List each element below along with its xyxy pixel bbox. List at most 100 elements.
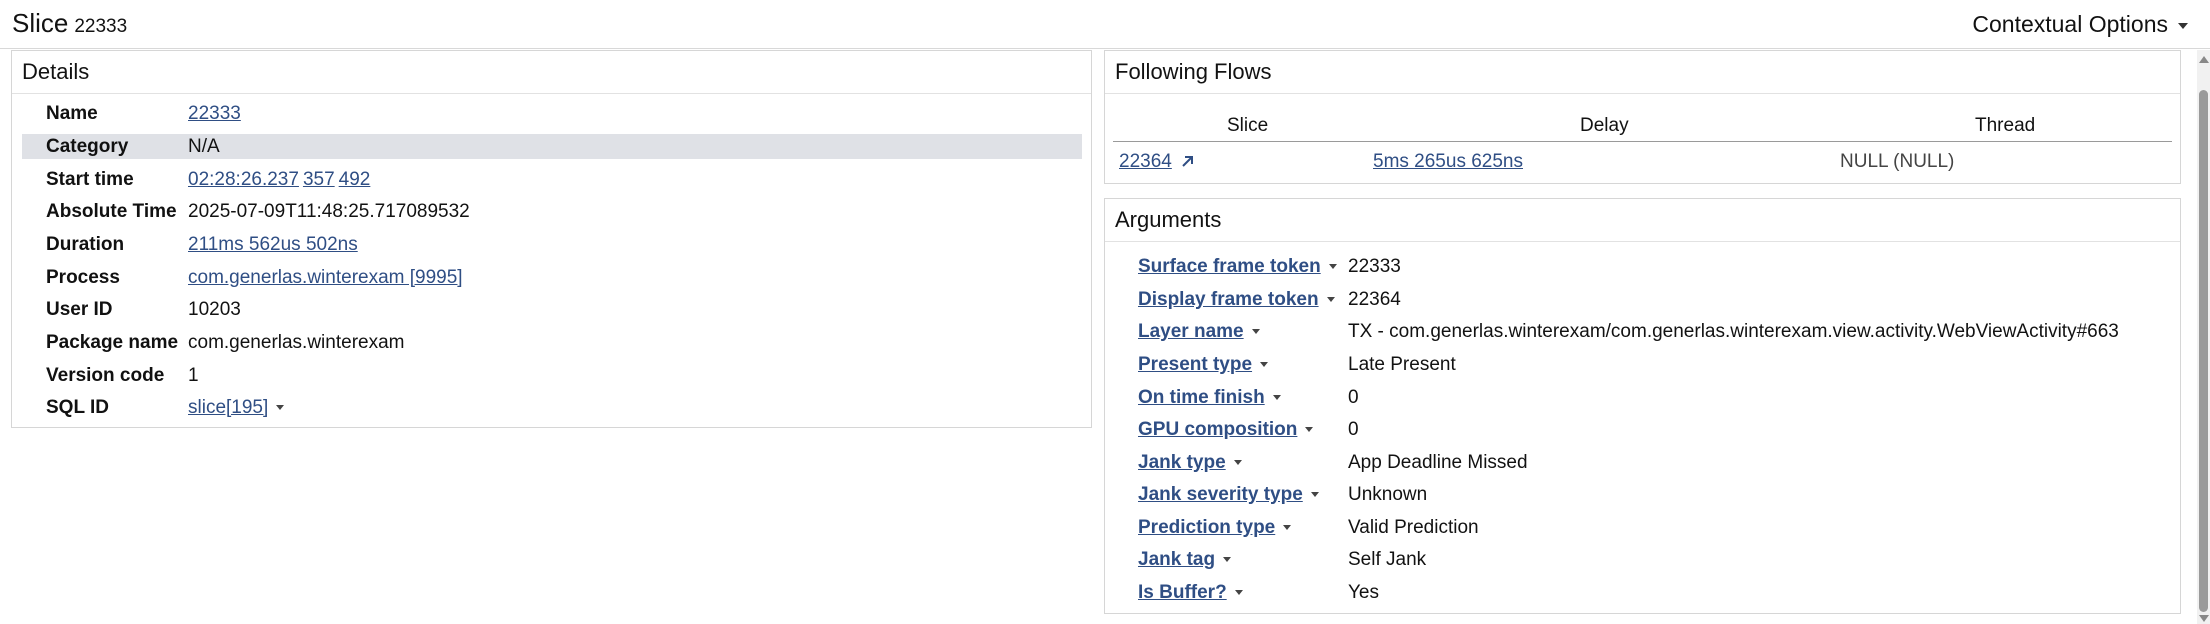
detail-row-category: Category N/A bbox=[22, 134, 1082, 159]
sql-id-value: slice[195] bbox=[188, 395, 285, 420]
argument-key-link[interactable]: Jank tag bbox=[1138, 546, 1232, 574]
table-row: 22364 5ms 265us 625ns NULL (NULL) bbox=[1113, 143, 2172, 177]
column-header-slice: Slice bbox=[1227, 115, 1269, 136]
detail-row-name: Name 22333 bbox=[22, 101, 1082, 126]
detail-label: Duration bbox=[46, 234, 125, 255]
detail-row-start-time: Start time 02:28:26.237 357 492 bbox=[22, 167, 1082, 192]
chevron-down-icon bbox=[1305, 427, 1314, 433]
flows-table-header: Slice Delay Thread bbox=[1113, 107, 2172, 142]
column-header-thread: Thread bbox=[1975, 115, 2036, 136]
name-link[interactable]: 22333 bbox=[188, 101, 241, 126]
detail-label: Package name bbox=[46, 332, 179, 353]
slice-id-label: 22333 bbox=[74, 16, 128, 37]
argument-key: Layer name bbox=[1138, 321, 1244, 342]
contextual-options-label: Contextual Options bbox=[1972, 11, 2168, 37]
argument-key: Prediction type bbox=[1138, 517, 1276, 538]
argument-row: Jank severity type Unknown bbox=[1105, 481, 2165, 509]
argument-row: Jank type App Deadline Missed bbox=[1105, 449, 2165, 477]
start-time-link-ns[interactable]: 492 bbox=[339, 169, 371, 190]
scroll-up-icon[interactable] bbox=[2199, 56, 2209, 63]
argument-row: Is Buffer? Yes bbox=[1105, 579, 2165, 607]
chevron-down-icon bbox=[1223, 557, 1232, 563]
detail-row-version-code: Version code 1 bbox=[22, 363, 1082, 388]
argument-value: Unknown bbox=[1348, 484, 1428, 505]
argument-key: GPU composition bbox=[1138, 419, 1298, 440]
argument-key-link[interactable]: Surface frame token bbox=[1138, 253, 1337, 281]
argument-row: GPU composition 0 bbox=[1105, 416, 2165, 444]
argument-row: Present type Late Present bbox=[1105, 351, 2165, 379]
argument-key-link[interactable]: Is Buffer? bbox=[1138, 579, 1243, 607]
sql-id-link[interactable]: slice[195] bbox=[188, 397, 268, 418]
chevron-down-icon bbox=[1283, 525, 1292, 531]
chevron-down-icon bbox=[1310, 492, 1319, 498]
argument-value: Yes bbox=[1348, 582, 1379, 603]
detail-row-user-id: User ID 10203 bbox=[22, 297, 1082, 322]
chevron-down-icon bbox=[1328, 264, 1337, 270]
arguments-heading: Arguments bbox=[1105, 199, 2180, 242]
detail-label: Version code bbox=[46, 365, 165, 386]
detail-value: com.generlas.winterexam bbox=[188, 332, 405, 353]
detail-label: Name bbox=[46, 103, 98, 124]
argument-key-link[interactable]: Present type bbox=[1138, 351, 1269, 379]
detail-row-process: Process com.generlas.winterexam [9995] bbox=[22, 265, 1082, 290]
scroll-down-icon[interactable] bbox=[2199, 615, 2209, 622]
chevron-down-icon bbox=[1234, 590, 1243, 596]
chevron-down-icon bbox=[1251, 329, 1260, 335]
argument-key-link[interactable]: GPU composition bbox=[1138, 416, 1314, 444]
argument-key: Jank tag bbox=[1138, 549, 1216, 570]
arguments-panel: Arguments Surface frame token 22333 Disp… bbox=[1104, 198, 2181, 614]
detail-value: 1 bbox=[188, 365, 199, 386]
argument-row: Surface frame token 22333 bbox=[1105, 253, 2165, 281]
detail-label: Absolute Time bbox=[46, 201, 177, 222]
argument-row: Jank tag Self Jank bbox=[1105, 546, 2165, 574]
detail-row-duration: Duration 211ms 562us 502ns bbox=[22, 232, 1082, 257]
chevron-down-icon bbox=[1233, 460, 1242, 466]
detail-label: Category bbox=[46, 136, 129, 157]
argument-value: 0 bbox=[1348, 419, 1359, 440]
argument-value: TX - com.generlas.winterexam/com.generla… bbox=[1348, 321, 2119, 342]
duration-link[interactable]: 211ms 562us 502ns bbox=[188, 232, 358, 257]
start-time-link[interactable]: 02:28:26.237 bbox=[188, 169, 299, 190]
start-time-link-us[interactable]: 357 bbox=[303, 169, 335, 190]
top-bar: Slice 22333 Contextual Options bbox=[0, 0, 2210, 49]
page-title-label: Slice bbox=[12, 8, 69, 38]
detail-value: N/A bbox=[188, 136, 220, 157]
argument-key-link[interactable]: Display frame token bbox=[1138, 286, 1335, 314]
page-title: Slice 22333 bbox=[12, 8, 127, 39]
argument-value: 22364 bbox=[1348, 289, 1401, 310]
vertical-scrollbar[interactable] bbox=[2197, 50, 2210, 624]
details-heading: Details bbox=[12, 51, 1091, 94]
detail-label: SQL ID bbox=[46, 397, 109, 418]
argument-key: On time finish bbox=[1138, 387, 1265, 408]
process-link[interactable]: com.generlas.winterexam [9995] bbox=[188, 265, 463, 290]
argument-key: Is Buffer? bbox=[1138, 582, 1227, 603]
column-header-delay: Delay bbox=[1580, 115, 1629, 136]
detail-value: 10203 bbox=[188, 299, 241, 320]
start-time-value: 02:28:26.237 357 492 bbox=[188, 167, 370, 192]
detail-label: Start time bbox=[46, 169, 134, 190]
argument-value: Late Present bbox=[1348, 354, 1456, 375]
scrollbar-thumb[interactable] bbox=[2199, 90, 2208, 612]
detail-value: 2025-07-09T11:48:25.717089532 bbox=[188, 201, 470, 222]
argument-key-link[interactable]: Prediction type bbox=[1138, 514, 1292, 542]
detail-row-absolute-time: Absolute Time 2025-07-09T11:48:25.717089… bbox=[22, 199, 1082, 224]
argument-key-link[interactable]: Jank severity type bbox=[1138, 481, 1319, 509]
argument-key-link[interactable]: On time finish bbox=[1138, 384, 1281, 412]
flow-delay-link[interactable]: 5ms 265us 625ns bbox=[1373, 151, 1523, 173]
argument-key-link[interactable]: Layer name bbox=[1138, 318, 1260, 346]
contextual-options-button[interactable]: Contextual Options bbox=[1972, 11, 2188, 38]
flow-slice-link[interactable]: 22364 bbox=[1119, 151, 1172, 172]
argument-key-link[interactable]: Jank type bbox=[1138, 449, 1242, 477]
argument-value: 0 bbox=[1348, 387, 1359, 408]
argument-value: Valid Prediction bbox=[1348, 517, 1479, 538]
argument-row: On time finish 0 bbox=[1105, 384, 2165, 412]
argument-value: App Deadline Missed bbox=[1348, 452, 1528, 473]
chevron-down-icon[interactable] bbox=[276, 405, 285, 411]
argument-row: Prediction type Valid Prediction bbox=[1105, 514, 2165, 542]
argument-key: Present type bbox=[1138, 354, 1253, 375]
argument-row: Layer name TX - com.generlas.winterexam/… bbox=[1105, 318, 2165, 346]
following-flows-panel: Following Flows Slice Delay Thread 22364… bbox=[1104, 50, 2181, 184]
arrow-up-right-icon[interactable] bbox=[1180, 153, 1196, 169]
flow-slice-cell: 22364 bbox=[1119, 151, 1196, 173]
details-panel: Details Name 22333 Category N/A Start ti… bbox=[11, 50, 1092, 428]
